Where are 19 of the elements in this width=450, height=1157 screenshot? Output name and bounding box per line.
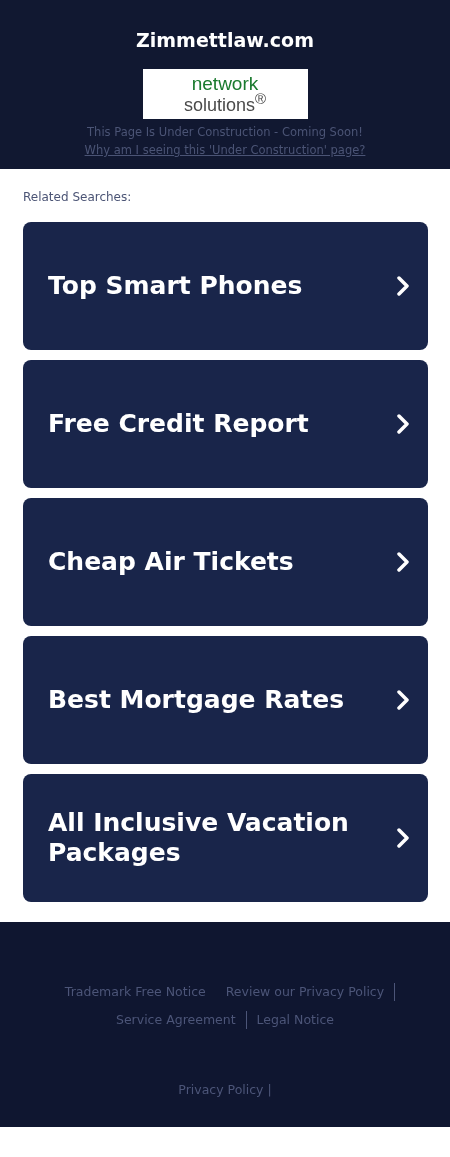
construction-notice: This Page Is Under Construction - Coming Soon! — [87, 124, 363, 141]
footer-link[interactable]: Trademark Free Notice — [54, 983, 216, 1001]
related-searches-label: Related Searches: — [23, 189, 133, 205]
search-link-card[interactable]: Free Credit Report — [23, 360, 428, 488]
search-link-card[interactable]: Cheap Air Tickets — [23, 498, 428, 626]
search-link-card[interactable]: All Inclusive Vacation Packages — [23, 774, 428, 902]
footer-link[interactable]: Legal Notice — [246, 1011, 344, 1029]
chevron-right-icon — [396, 828, 410, 848]
chevron-right-icon — [396, 552, 410, 572]
privacy-policy-link[interactable]: Privacy Policy | — [178, 1080, 272, 1100]
chevron-right-icon — [396, 276, 410, 296]
search-link-card[interactable]: Best Mortgage Rates — [23, 636, 428, 764]
footer-link[interactable]: Review our Privacy Policy — [215, 983, 396, 1001]
logo: network solutions$^{®}$ — [142, 69, 308, 119]
chevron-right-icon — [396, 414, 410, 434]
site-title: Zimmettlaw.com — [136, 29, 314, 51]
search-link-card[interactable]: Top Smart Phones — [23, 222, 428, 350]
footer-link[interactable]: Service Agreement — [106, 1011, 247, 1029]
chevron-right-icon — [396, 690, 410, 710]
